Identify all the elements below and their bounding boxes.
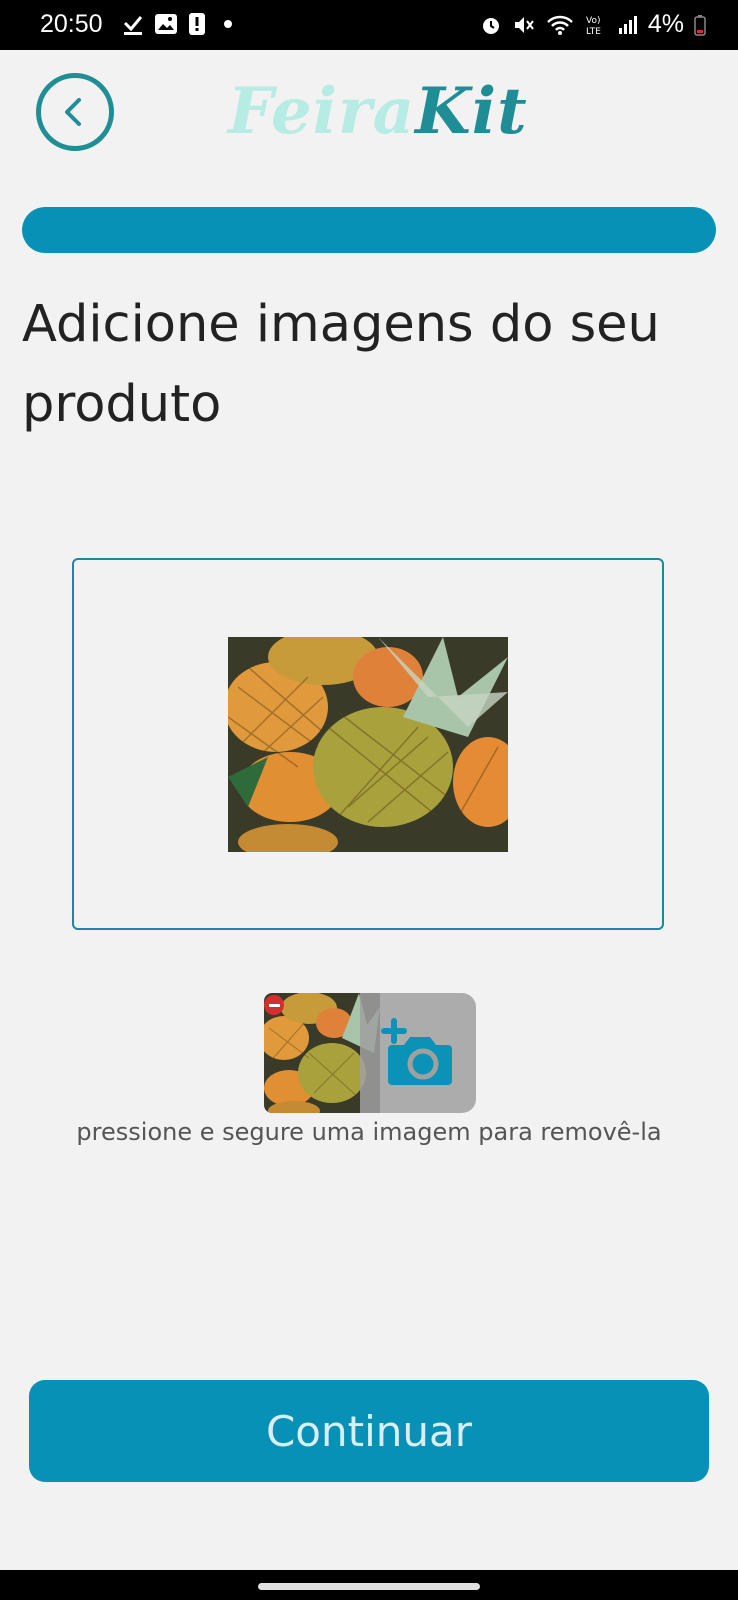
svg-text:Vo): Vo) xyxy=(586,16,600,26)
remove-hint-text: pressione e segure uma imagem para remov… xyxy=(76,1118,662,1146)
status-icons-right: Vo) LTE 4% xyxy=(480,10,706,39)
dot-icon xyxy=(224,20,232,28)
remove-badge-icon[interactable] xyxy=(264,995,284,1015)
alert-icon xyxy=(189,13,205,35)
app-logo: FeiraKit xyxy=(228,72,528,152)
status-icons-left xyxy=(122,12,232,36)
progress-bar xyxy=(22,207,716,253)
chevron-left-icon xyxy=(65,98,81,126)
logo-part-feira: Feira xyxy=(228,74,416,149)
svg-text:LTE: LTE xyxy=(586,27,601,37)
add-photo-button[interactable] xyxy=(360,993,476,1113)
progress-fill xyxy=(22,207,716,253)
page-title: Adicione imagens do seu produto xyxy=(22,295,660,434)
continue-button[interactable]: Continuar xyxy=(29,1380,709,1482)
wifi-icon xyxy=(546,15,573,35)
download-done-icon xyxy=(123,16,143,35)
image-icon xyxy=(155,14,177,34)
logo-part-kit: Kit xyxy=(415,74,528,149)
battery-text: 4% xyxy=(647,10,684,38)
home-handle[interactable] xyxy=(258,1583,480,1590)
add-camera-icon xyxy=(381,1018,452,1085)
volte-icon: Vo)LTE xyxy=(586,16,601,37)
battery-low-icon xyxy=(694,14,706,36)
preview-image xyxy=(228,637,508,852)
status-bar: 20:50 Vo) LTE 4% xyxy=(0,0,738,50)
signal-icon xyxy=(618,15,637,34)
back-button[interactable] xyxy=(36,73,114,151)
alarm-icon xyxy=(482,17,499,34)
mute-icon xyxy=(514,16,534,33)
status-time: 20:50 xyxy=(40,10,103,38)
